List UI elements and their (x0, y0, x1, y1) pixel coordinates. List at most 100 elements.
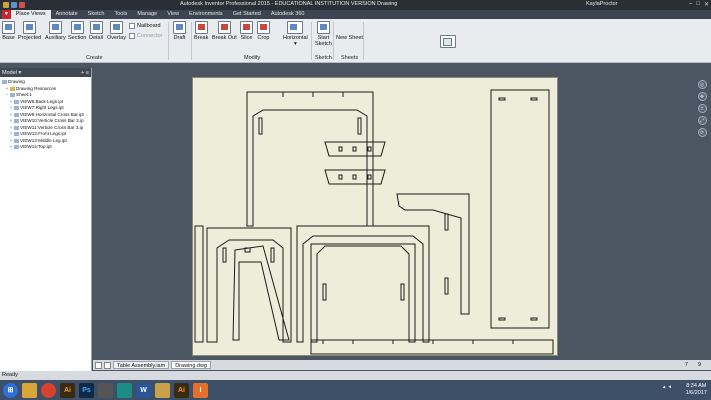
panel-label-modify: Modify (244, 55, 261, 61)
section-view-button[interactable]: Section (68, 21, 86, 41)
view-horizontal-cross-bar[interactable] (324, 141, 386, 157)
expand-icon[interactable]: + (9, 144, 13, 151)
network-icon[interactable]: ▴ (663, 384, 666, 390)
view-icon (14, 132, 19, 137)
view-front-legs[interactable] (194, 225, 292, 343)
overlay-view-button[interactable]: Overlay (107, 21, 126, 41)
auxiliary-view-button[interactable]: Auxiliary (45, 21, 66, 41)
file-menu-button[interactable]: ▾ (2, 10, 11, 19)
inventor-icon[interactable]: I (193, 382, 208, 398)
new-sheet-button[interactable]: New Sheet (336, 21, 457, 48)
model-browser: Model ▾ + ≡ Drawing + Drawing Resources −… (0, 68, 92, 374)
projected-view-icon (23, 21, 37, 34)
clock[interactable]: 8:34 AM 1/6/2017 (686, 383, 707, 397)
system-tray[interactable]: ▴ ◂ (663, 384, 671, 390)
document-tab-bar: Table Assembly.iam Drawing.dwg 7 9 (93, 360, 711, 370)
windows-logo-icon: ⊞ (7, 387, 14, 394)
calculator-icon[interactable] (98, 382, 113, 398)
photoshop-icon[interactable]: Ps (79, 382, 94, 398)
tab-autodesk-360[interactable]: Autodesk 360 (266, 10, 310, 19)
zoom-icon[interactable]: ± (697, 104, 707, 113)
app-menu-icon[interactable] (3, 2, 9, 8)
view-icon (14, 106, 19, 111)
tab-get-started[interactable]: Get Started (228, 10, 266, 19)
view-top[interactable] (490, 89, 550, 329)
ribbon-tab-bar: ▾ Place Views Annotate Sketch Tools Mana… (0, 10, 711, 19)
inventor-window: Autodesk Inventor Professional 2015 - ED… (0, 0, 711, 400)
connector-button[interactable]: Connector (129, 33, 162, 39)
teal-app-icon[interactable] (117, 382, 132, 398)
diamond-app-icon[interactable] (155, 382, 170, 398)
panel-label-sketch: Sketch (315, 55, 332, 61)
ribbon-separator (333, 22, 334, 60)
start-button[interactable]: ⊞ (3, 382, 18, 398)
browser-header: Model ▾ + ≡ (0, 68, 91, 77)
slice-icon (240, 21, 253, 34)
steering-wheel-icon[interactable]: ◎ (697, 80, 707, 89)
view-right-legs[interactable] (396, 193, 470, 315)
slice-button[interactable]: Slice (240, 21, 253, 41)
orbit-icon[interactable]: ⟳ (697, 128, 707, 137)
tab-view[interactable]: View (162, 10, 184, 19)
tree-item-view[interactable]: + VIEW14:Top.ipt (2, 144, 89, 151)
save-icon[interactable] (11, 2, 17, 8)
tile-windows-icon[interactable] (95, 361, 102, 369)
panel-label-sheets: Sheets (341, 55, 359, 61)
pan-icon[interactable]: ✥ (697, 92, 707, 101)
draft-view-button[interactable]: Draft (173, 21, 186, 41)
draft-view-icon (173, 21, 186, 34)
chrome-icon[interactable] (41, 382, 56, 398)
crop-button[interactable]: Crop (257, 21, 270, 41)
tab-sketch[interactable]: Sketch (83, 10, 110, 19)
minimize-button[interactable]: – (689, 1, 692, 8)
browser-tree: Drawing + Drawing Resources − Sheet:1 + VIE… (0, 77, 91, 153)
drawing-sheet[interactable] (192, 77, 558, 356)
doc-tab-table-assembly[interactable]: Table Assembly.iam (113, 361, 170, 369)
illustrator-2-icon[interactable]: Ai (174, 382, 189, 398)
maximize-button[interactable]: □ (696, 1, 700, 8)
browser-header-dropdown[interactable]: Model ▾ (2, 70, 21, 76)
break-button[interactable]: Break (194, 21, 208, 41)
status-bar: Ready (0, 371, 711, 380)
horizontal-align-button[interactable]: Horizontal ▾ (283, 21, 308, 47)
quick-access-toolbar (3, 2, 25, 8)
crop-icon (257, 21, 270, 34)
view-middle-leg[interactable] (296, 225, 430, 343)
view-icon (14, 138, 19, 143)
nailboard-icon (129, 23, 135, 29)
illustrator-icon[interactable]: Ai (60, 382, 75, 398)
undo-icon[interactable] (19, 2, 25, 8)
tab-annotate[interactable]: Annotate (51, 10, 83, 19)
ribbon-separator (191, 22, 192, 60)
tab-environments[interactable]: Environments (184, 10, 228, 19)
view-back-legs[interactable] (246, 91, 374, 227)
projected-view-button[interactable]: Projected (18, 21, 41, 41)
sheet-icon (10, 93, 15, 98)
view-verticle-cross-bar[interactable] (324, 169, 386, 185)
ribbon-separator (168, 22, 169, 60)
page-indicator: 7 9 (684, 362, 701, 368)
file-explorer-icon[interactable] (22, 382, 37, 398)
start-sketch-button[interactable]: Start Sketch (315, 21, 332, 47)
view-bottom-bar[interactable] (310, 339, 554, 355)
user-name[interactable]: KaylaProctor (586, 1, 618, 7)
break-out-button[interactable]: Break Out (212, 21, 237, 41)
browser-controls[interactable]: + ≡ (81, 70, 89, 76)
base-view-button[interactable]: Base (2, 21, 15, 41)
tab-place-views[interactable]: Place Views (10, 10, 51, 19)
detail-view-button[interactable]: Detail (89, 21, 103, 41)
doc-tab-drawing[interactable]: Drawing.dwg (171, 361, 211, 369)
graphics-window[interactable] (93, 63, 693, 358)
nailboard-button[interactable]: Nailboard (129, 23, 161, 29)
close-button[interactable]: ✕ (704, 1, 709, 8)
word-icon[interactable]: W (136, 382, 151, 398)
tab-tools[interactable]: Tools (109, 10, 132, 19)
tab-manage[interactable]: Manage (132, 10, 162, 19)
view-icon (14, 125, 19, 130)
section-view-icon (70, 21, 84, 34)
volume-icon[interactable]: ◂ (668, 384, 671, 390)
cascade-windows-icon[interactable] (104, 361, 111, 369)
zoom-all-icon[interactable]: ⤢ (697, 116, 707, 125)
drawing-icon (2, 80, 7, 85)
break-out-icon (217, 21, 231, 34)
